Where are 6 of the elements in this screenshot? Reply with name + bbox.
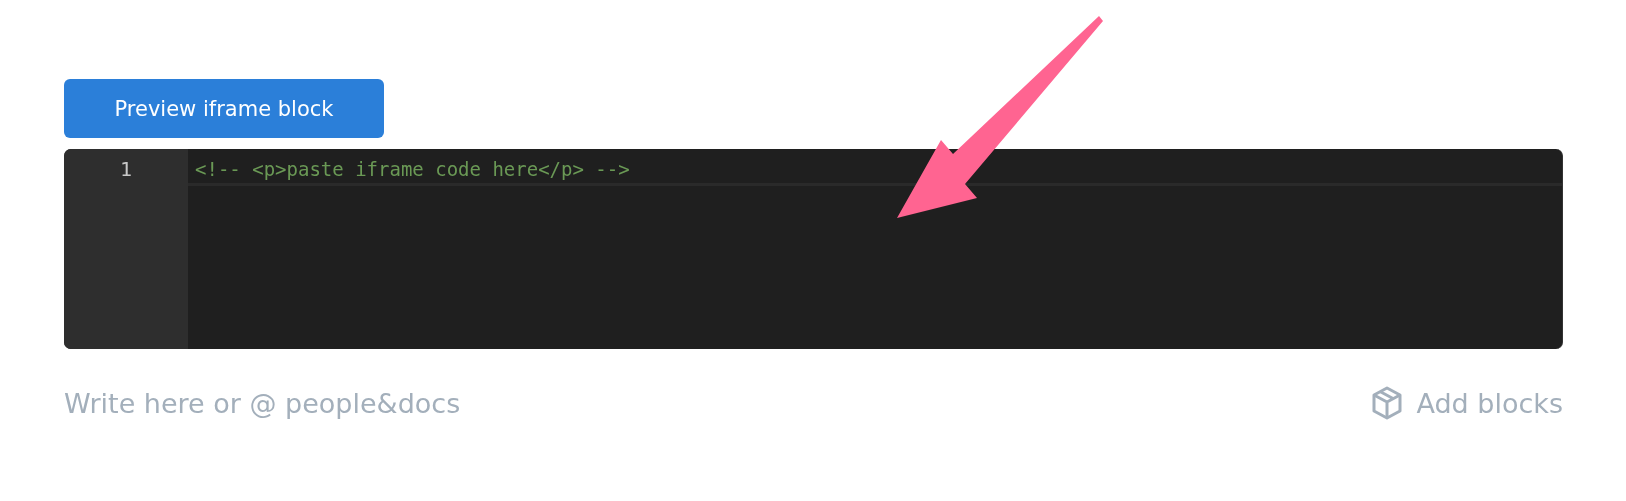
box-icon [1372,386,1403,420]
line-number: 1 [118,156,133,183]
preview-button[interactable]: Preview iframe block [64,79,384,138]
code-editor[interactable]: 1 <!-- <p>paste iframe code here</p> --> [64,149,1563,349]
add-blocks-button[interactable]: Add blocks [1372,386,1563,420]
input-field[interactable]: Write here or @ people&docs [64,387,624,419]
